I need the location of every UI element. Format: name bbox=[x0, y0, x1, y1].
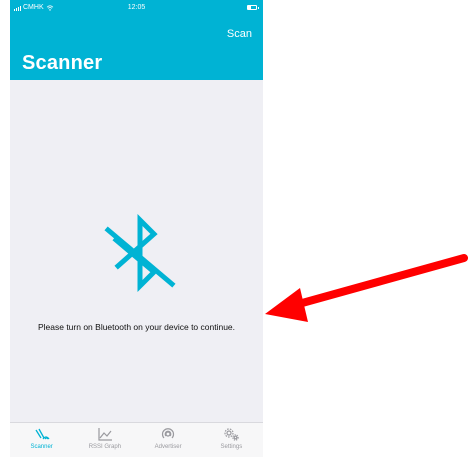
battery-icon bbox=[247, 5, 259, 10]
status-bar: CMHK 12:05 bbox=[10, 0, 263, 16]
scanner-signal-icon bbox=[35, 428, 50, 440]
tab-label: RSSI Graph bbox=[88, 444, 122, 450]
scan-button[interactable]: Scan bbox=[227, 28, 252, 40]
line-graph-icon bbox=[98, 428, 112, 441]
bluetooth-off-message: Please turn on Bluetooth on your device … bbox=[37, 322, 236, 332]
app-header: CMHK 12:05 Scan Scanner bbox=[10, 0, 263, 80]
gear-icon bbox=[224, 428, 240, 441]
tab-settings[interactable]: Settings bbox=[200, 423, 263, 457]
tab-label: Scanner bbox=[30, 444, 53, 450]
tab-advertiser[interactable]: Advertiser bbox=[137, 423, 200, 457]
tab-label: Advertiser bbox=[154, 444, 182, 450]
tab-label: Settings bbox=[220, 444, 243, 450]
status-time: 12:05 bbox=[127, 4, 146, 11]
phone-screen: CMHK 12:05 Scan Scanner Please turn on B… bbox=[10, 0, 263, 457]
tab-rssi-graph[interactable]: RSSI Graph bbox=[73, 423, 136, 457]
tab-bar: Scanner RSSI Graph Advertiser Settings bbox=[10, 422, 263, 457]
page-title: Scanner bbox=[22, 52, 103, 74]
bluetooth-off-icon bbox=[104, 213, 176, 293]
advertiser-icon bbox=[162, 428, 175, 439]
tab-scanner[interactable]: Scanner bbox=[10, 423, 73, 457]
